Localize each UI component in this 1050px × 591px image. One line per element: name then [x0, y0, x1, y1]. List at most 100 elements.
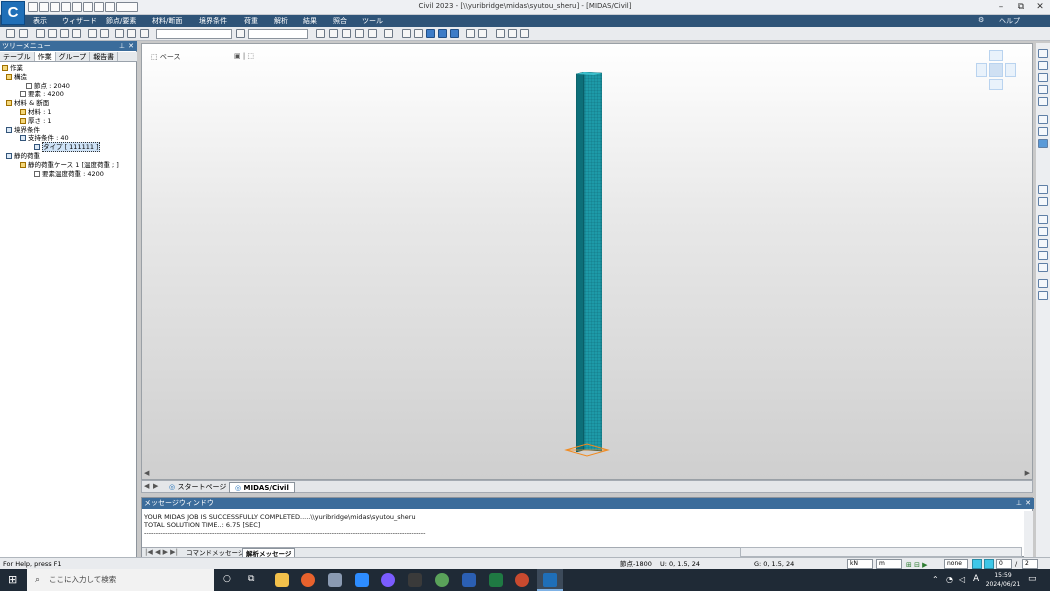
toolbar-icon[interactable]	[140, 29, 149, 38]
app-icon[interactable]	[328, 573, 342, 587]
toolbar-icon[interactable]	[48, 29, 57, 38]
cortana-icon[interactable]: ○	[223, 574, 231, 584]
tree-node[interactable]: 要素温度荷重 : 4200	[2, 170, 135, 179]
notification-icon[interactable]: ▭	[1028, 574, 1037, 584]
toolbar-icon[interactable]	[316, 29, 325, 38]
panel-close-icon[interactable]: ✕	[128, 41, 134, 51]
toolbar-icon[interactable]	[368, 29, 377, 38]
restore-button[interactable]: ⧉	[1012, 0, 1030, 15]
toolbar-icon[interactable]	[355, 29, 364, 38]
orbit-icon[interactable]	[1038, 139, 1048, 148]
toolbar-icon[interactable]	[88, 29, 97, 38]
layer-icon[interactable]	[1038, 239, 1048, 248]
zoom-out-icon[interactable]	[1038, 85, 1048, 94]
toolbar-icon[interactable]	[402, 29, 411, 38]
view-front-icon[interactable]	[426, 29, 435, 38]
tree-node[interactable]: 作業	[2, 64, 135, 73]
page-total-field[interactable]: 2	[1022, 559, 1038, 569]
menu-tools[interactable]: ツール	[362, 16, 383, 26]
scroll-left-icon[interactable]: ◀	[144, 469, 149, 477]
file-explorer-icon[interactable]	[275, 573, 289, 587]
toolbar-icon[interactable]	[115, 29, 124, 38]
properties-icon[interactable]	[1038, 279, 1048, 288]
tree-node[interactable]: 材料 & 断面	[2, 99, 135, 108]
layer-icon[interactable]	[1038, 215, 1048, 224]
zoom-fit-icon[interactable]	[1038, 97, 1048, 106]
taskbar-clock[interactable]: 15:59 2024/06/21	[985, 571, 1021, 589]
tree-node[interactable]: 要素 : 4200	[2, 90, 135, 99]
toolbar-icon[interactable]	[508, 29, 517, 38]
toolbar-icon[interactable]	[236, 29, 245, 38]
tree-node[interactable]: 節点 : 2040	[2, 82, 135, 91]
toolbar-icon[interactable]	[478, 29, 487, 38]
help-gear-icon[interactable]: ⚙	[978, 16, 984, 24]
menu-results[interactable]: 結果	[303, 16, 317, 26]
help-icon[interactable]	[972, 559, 982, 569]
app-logo[interactable]: C	[1, 1, 25, 25]
filter-combo[interactable]	[248, 29, 308, 39]
menu-load[interactable]: 荷重	[244, 16, 258, 26]
menu-view[interactable]: 表示	[33, 16, 47, 26]
menu-check[interactable]: 照合	[333, 16, 347, 26]
firefox-icon[interactable]	[301, 573, 315, 587]
color-icon[interactable]	[984, 559, 994, 569]
toolbar-icon[interactable]	[100, 29, 109, 38]
message-pin-icon[interactable]: ⊥	[1016, 498, 1022, 509]
cube-front-face[interactable]	[989, 63, 1003, 77]
toolbar-icon[interactable]	[60, 29, 69, 38]
scroll-right-icon[interactable]: ▶	[1025, 469, 1030, 477]
toolbar-icon[interactable]	[414, 29, 423, 38]
menu-material-section[interactable]: 材料/断面	[152, 16, 182, 26]
toolbar-icon[interactable]	[6, 29, 15, 38]
tab-scroll-right-icon[interactable]: ▶	[153, 482, 158, 490]
powerpoint-icon[interactable]	[515, 573, 529, 587]
tree-node[interactable]: 厚さ : 1	[2, 117, 135, 126]
pin-icon[interactable]: ⊥	[119, 41, 125, 51]
tab-midas-civil[interactable]: ◎ MIDAS/Civil	[229, 482, 295, 493]
layer-icon[interactable]	[1038, 227, 1048, 236]
app-icon[interactable]	[408, 573, 422, 587]
midas-taskbar-item[interactable]	[537, 569, 563, 591]
zoom-icon[interactable]	[1038, 61, 1048, 70]
column-model[interactable]	[576, 72, 602, 452]
windows-start-icon[interactable]: ⊞	[8, 573, 17, 586]
tree-node-selected[interactable]: タイプ [ 111111 ]	[2, 142, 135, 153]
toolbar-icon[interactable]	[72, 29, 81, 38]
cube-left-face[interactable]	[976, 63, 987, 77]
help-menu[interactable]: ヘルプ	[999, 16, 1020, 26]
toolbar-icon[interactable]	[520, 29, 529, 38]
cube-top-face[interactable]	[989, 50, 1003, 61]
page-current-field[interactable]: 0	[996, 559, 1012, 569]
message-tab-nav-icon[interactable]: |◀ ◀ ▶ ▶|	[145, 548, 178, 556]
tab-table[interactable]: テーブル	[0, 52, 35, 61]
tab-work[interactable]: 作業	[34, 52, 56, 61]
select-combo[interactable]	[156, 29, 232, 39]
app-icon[interactable]	[435, 573, 449, 587]
view-navigation-cube[interactable]	[976, 50, 1018, 92]
render-icon[interactable]	[1038, 197, 1048, 206]
length-unit-select[interactable]: m	[876, 559, 902, 569]
display-icon[interactable]	[1038, 185, 1048, 194]
toolbar-icon[interactable]	[127, 29, 136, 38]
menu-node-element[interactable]: 節点/要素	[106, 16, 136, 26]
message-close-icon[interactable]: ✕	[1025, 498, 1031, 509]
tab-start-page[interactable]: ◎ スタートページ	[164, 482, 231, 493]
menu-wizard[interactable]: ウィザード	[62, 16, 97, 26]
task-view-icon[interactable]: ⧉	[248, 574, 254, 584]
tab-group[interactable]: グループ	[56, 52, 91, 61]
ime-indicator[interactable]: A	[973, 574, 979, 584]
close-button[interactable]: ✕	[1031, 0, 1049, 15]
tab-scroll-left-icon[interactable]: ◀	[144, 482, 149, 490]
menu-boundary[interactable]: 境界条件	[199, 16, 227, 26]
volume-icon[interactable]: ◁	[959, 575, 965, 584]
toolbar-icon[interactable]	[342, 29, 351, 38]
toolbar-icon[interactable]	[384, 29, 393, 38]
pan-icon[interactable]	[1038, 115, 1048, 124]
tree-node[interactable]: 静的荷重ケース 1 [温度荷重 ; ]	[2, 161, 135, 170]
view-top-icon[interactable]	[438, 29, 447, 38]
tab-report[interactable]: 報告書	[90, 52, 119, 61]
zoom-in-icon[interactable]	[1038, 73, 1048, 82]
tree-node[interactable]: 静的荷重	[2, 152, 135, 161]
minimize-button[interactable]: –	[992, 0, 1010, 15]
view-side-icon[interactable]	[450, 29, 459, 38]
